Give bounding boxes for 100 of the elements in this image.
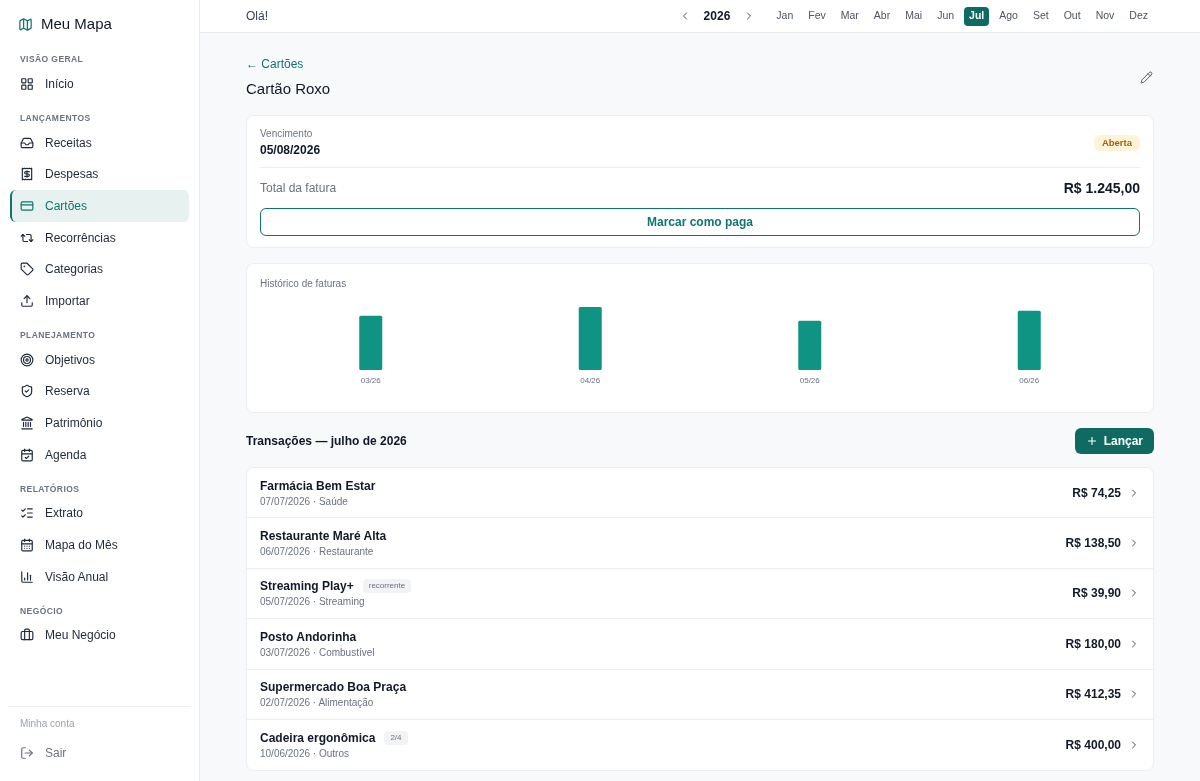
section-title: NEGÓCIO — [19, 604, 65, 617]
receipt-icon — [20, 167, 34, 182]
nav-item[interactable]: Início — [10, 68, 189, 100]
nav-item[interactable]: Importar — [10, 285, 189, 317]
nav-item[interactable]: Agenda — [10, 438, 189, 471]
transaction-detail: 07/07/2026 · Saúde — [260, 494, 349, 508]
transaction-row[interactable]: Restaurante Maré Alta 06/07/2026 · Restaurante R$ 138,50 — [247, 518, 1153, 569]
month-tab[interactable]: Dez — [1124, 6, 1153, 26]
plus-icon — [1085, 435, 1098, 447]
pencil-icon — [1139, 71, 1153, 84]
month-tab[interactable]: Set — [1027, 6, 1054, 26]
nav-item[interactable]: Categorias — [10, 253, 189, 286]
chart-bar — [1017, 310, 1041, 370]
transaction-name: Cadeira ergonômica — [260, 730, 376, 747]
nav-item[interactable]: Recorrências — [10, 221, 189, 254]
transaction-row[interactable]: Streaming Play+ recorrente 05/07/2026 · Streaming R$ 39,90 — [247, 568, 1153, 620]
checklist-icon — [20, 506, 34, 521]
transaction-row[interactable]: Farmácia Bem Estar 07/07/2026 · Saúde R$ 74,25 — [247, 468, 1153, 519]
section-heading: Transações — julho de 2026 — [246, 433, 407, 450]
nav-item[interactable]: Objetivos — [10, 343, 189, 376]
chart-title: Histórico de faturas — [260, 277, 348, 291]
shield-icon — [20, 384, 34, 399]
month-tab[interactable]: Jun — [932, 6, 960, 26]
nav-item[interactable]: Extrato — [10, 497, 189, 530]
transaction-amount: R$ 138,50 — [1065, 535, 1121, 553]
nav-item[interactable]: Despesas — [10, 158, 189, 191]
tag-icon — [20, 262, 34, 277]
transaction-detail: 05/07/2026 · Streaming — [260, 595, 366, 609]
grid-icon — [20, 76, 34, 91]
section-title: VISÃO GERAL — [19, 53, 85, 65]
section-title: RELATÓRIOS — [19, 482, 81, 495]
calendar-icon — [20, 447, 34, 462]
transaction-name: Posto Andorinha — [260, 628, 357, 645]
nav-item[interactable]: Meu Negócio — [10, 619, 189, 652]
bar-chart-icon — [20, 569, 34, 584]
logout-icon — [20, 746, 34, 760]
target-icon — [20, 352, 34, 367]
inbox-icon — [20, 135, 34, 150]
nav-item[interactable]: Visão Anual — [10, 560, 189, 593]
bar-label: 06/26 — [1019, 376, 1040, 385]
add-button[interactable]: Lançar — [1074, 428, 1154, 454]
month-tab[interactable]: Mai — [900, 6, 928, 26]
month-tab[interactable]: Mar — [835, 6, 864, 26]
chart-bar — [578, 307, 602, 370]
transaction-name: Streaming Play+ — [260, 578, 354, 595]
transaction-detail: 03/07/2026 · Combustível — [260, 645, 375, 659]
greeting: Olá! — [246, 8, 268, 25]
transaction-row[interactable]: Cadeira ergonômica 2/4 10/06/2026 · Outros R$ 400,00 — [247, 719, 1153, 771]
nav-item[interactable]: Receitas — [10, 126, 189, 159]
page-title: Cartão Roxo — [246, 79, 331, 99]
transaction-amount: R$ 400,00 — [1065, 737, 1121, 755]
logout-button[interactable]: Sair — [8, 737, 191, 769]
chart-bar — [359, 315, 383, 370]
month-tab[interactable]: Out — [1058, 6, 1086, 26]
transaction-amount: R$ 180,00 — [1065, 635, 1121, 653]
briefcase-icon — [20, 628, 34, 643]
transaction-amount: R$ 412,35 — [1065, 686, 1121, 704]
due-date: 05/08/2026 — [260, 142, 321, 158]
status-badge: Aberta — [1093, 134, 1140, 151]
nav-item[interactable]: Reserva — [10, 375, 189, 408]
transaction-name: Farmácia Bem Estar — [260, 477, 376, 494]
transaction-detail: 02/07/2026 · Alimentação — [260, 696, 375, 710]
transaction-name: Restaurante Maré Alta — [260, 528, 387, 545]
bar-label: 04/26 — [580, 376, 601, 385]
map-icon — [18, 16, 33, 32]
transaction-row[interactable]: Posto Andorinha 03/07/2026 · Combustível R$ 180,00 — [247, 619, 1153, 670]
due-label: Vencimento — [260, 127, 314, 141]
transaction-detail: 10/06/2026 · Outros — [260, 747, 350, 761]
upload-icon — [20, 293, 34, 308]
month-tab[interactable]: Fev — [803, 6, 831, 26]
transaction-tag: 2/4 — [384, 731, 408, 746]
month-tab[interactable]: Abr — [868, 6, 896, 26]
section-title: LANÇAMENTOS — [19, 111, 92, 124]
transaction-row[interactable]: Supermercado Boa Praça 02/07/2026 · Alimentação R$ 412,35 — [247, 669, 1153, 720]
card-icon — [20, 198, 34, 213]
nav-item[interactable]: Mapa do Mês — [10, 529, 189, 561]
bar-label: 03/26 — [360, 376, 381, 385]
total-label: Total da fatura — [260, 180, 337, 197]
transaction-amount: R$ 39,90 — [1072, 585, 1121, 603]
edit-button[interactable] — [1138, 69, 1154, 86]
month-tab[interactable]: Jan — [771, 6, 799, 26]
section-title: Minha conta — [19, 717, 76, 731]
nav-item[interactable]: Cartões — [10, 190, 189, 222]
bank-icon — [20, 416, 34, 431]
total-amount: R$ 1.245,00 — [1063, 178, 1140, 198]
back-link[interactable]: ← Cartões — [246, 56, 331, 72]
year-label: 2026 — [703, 8, 731, 25]
month-tab[interactable]: Nov — [1090, 6, 1120, 26]
mark-paid-button[interactable]: Marcar como paga — [260, 208, 1140, 236]
bar-label: 05/26 — [799, 376, 820, 385]
transaction-tag: recorrente — [362, 579, 412, 594]
nav-item[interactable]: Patrimônio — [10, 407, 189, 439]
chart-bar — [798, 320, 822, 370]
calendar-icon — [20, 538, 34, 553]
transaction-name: Supermercado Boa Praça — [260, 679, 407, 696]
brand-name: Meu Mapa — [41, 14, 112, 34]
month-tab[interactable]: Ago — [994, 6, 1023, 26]
transaction-amount: R$ 74,25 — [1072, 484, 1121, 502]
month-tab[interactable]: Jul — [964, 6, 990, 26]
transaction-detail: 06/07/2026 · Restaurante — [260, 545, 375, 559]
